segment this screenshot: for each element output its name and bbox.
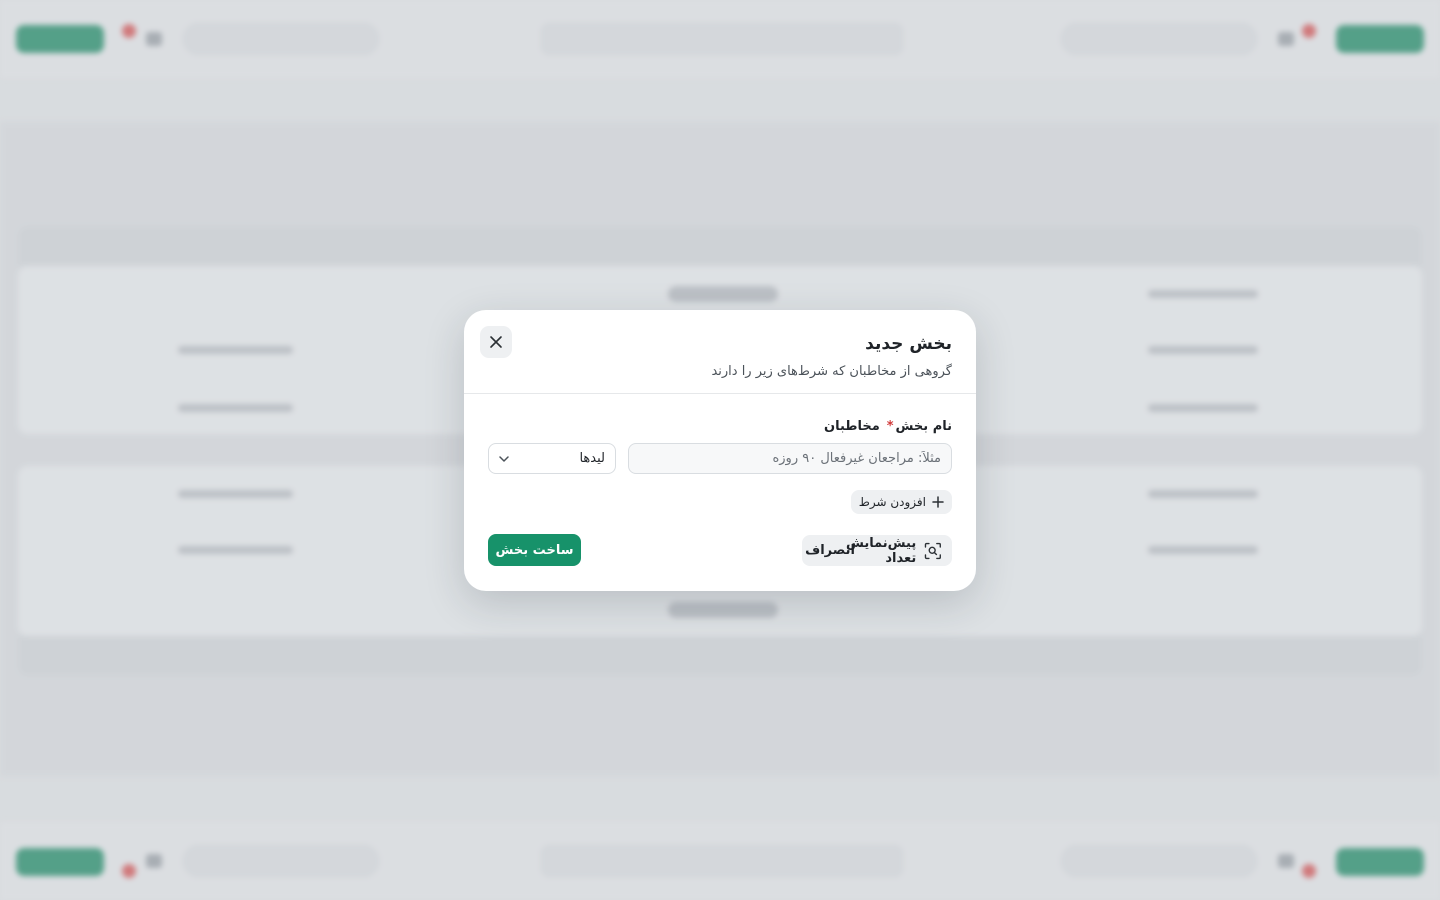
add-condition-label: افزودن شرط: [858, 495, 926, 509]
cancel-button[interactable]: انصراف: [800, 535, 860, 566]
chevron-down-icon: [499, 455, 509, 462]
plus-icon: [932, 496, 944, 508]
new-segment-modal: بخش جدید گروهی از مخاطبان که شرط‌های زیر…: [464, 310, 976, 591]
audience-label: مخاطبان: [824, 419, 880, 434]
close-button[interactable]: [480, 326, 512, 358]
required-mark: *: [886, 419, 894, 434]
create-segment-button[interactable]: ساخت بخش: [488, 534, 581, 566]
modal-title: بخش جدید: [865, 334, 952, 354]
audience-select[interactable]: لیدها: [488, 443, 616, 474]
audience-selected-value: لیدها: [579, 451, 605, 466]
segment-name-label: نام بخش*: [886, 419, 952, 434]
close-icon: [490, 336, 502, 348]
scan-search-icon: [925, 542, 942, 559]
add-condition-button[interactable]: افزودن شرط: [850, 490, 952, 514]
modal-subtitle: گروهی از مخاطبان که شرط‌های زیر را دارند: [711, 364, 952, 379]
modal-header: بخش جدید گروهی از مخاطبان که شرط‌های زیر…: [464, 310, 976, 394]
segment-name-input[interactable]: [628, 443, 952, 474]
